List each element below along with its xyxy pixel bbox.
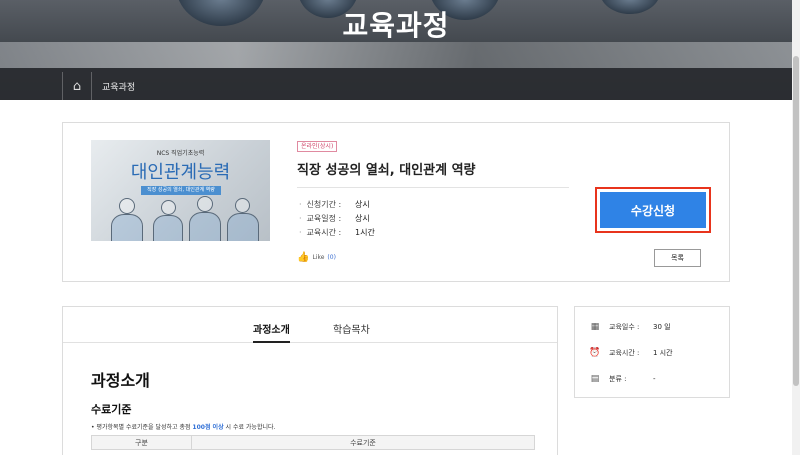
- summary-row: ▤ 분류 : -: [589, 372, 656, 386]
- info-label: 신청기간 :: [299, 199, 355, 213]
- status-badge: 온라인(상시): [297, 141, 338, 152]
- person-illustration: [189, 212, 221, 241]
- person-illustration: [235, 198, 250, 213]
- hero-banner: 교육과정 ⌂ 교육과정: [0, 0, 792, 100]
- info-label: 교육일정 :: [299, 213, 355, 227]
- breadcrumb-current[interactable]: 교육과정: [92, 80, 135, 93]
- thumbnail-main-text: 대인관계능력: [130, 162, 231, 183]
- summary-label: 교육일수 :: [609, 323, 640, 331]
- course-thumbnail: NCS 직업기초능력 대인관계능력 직장 성공의 열쇠, 대인관계 역량: [91, 140, 270, 241]
- calendar-icon: ▦: [590, 322, 600, 332]
- like-label: Like: [312, 254, 325, 261]
- person-illustration: [227, 213, 259, 241]
- summary-row: ▦ 교육일수 : 30 일: [589, 320, 671, 334]
- like-button[interactable]: 👍 Like (0): [297, 252, 336, 263]
- info-divider: [297, 187, 569, 188]
- course-summary-panel: ▦ 교육일수 : 30 일 ⏰ 교육시간 : 1 시간 ▤ 분류 : -: [574, 306, 730, 398]
- info-value: 1시간: [355, 228, 375, 237]
- person-illustration: [119, 198, 135, 214]
- summary-label: 교육시간 :: [609, 349, 640, 357]
- enroll-button[interactable]: 수강신청: [600, 192, 706, 228]
- person-illustration: [197, 196, 213, 212]
- info-value: 상시: [355, 214, 370, 223]
- course-card: NCS 직업기초능력 대인관계능력 직장 성공의 열쇠, 대인관계 역량 온라인…: [62, 122, 730, 282]
- table-header: 수료기준: [191, 435, 535, 450]
- info-value: 상시: [355, 200, 370, 209]
- note-prefix: • 평가항목별 수료기준을 달성하고 총점: [91, 424, 191, 431]
- hero-background-band: [0, 42, 792, 68]
- tab-overview[interactable]: 과정소개: [253, 321, 290, 343]
- summary-value: 30 일: [653, 323, 671, 331]
- thumbnail-sub-text: 직장 성공의 열쇠, 대인관계 역량: [141, 186, 221, 195]
- info-label: 교육시간 :: [299, 227, 355, 241]
- tab-curriculum[interactable]: 학습목차: [333, 321, 370, 336]
- summary-value: 1 시간: [653, 349, 673, 357]
- thumbs-up-icon: 👍: [297, 252, 310, 263]
- course-info-list: 신청기간 : 상시 교육일정 : 상시 교육시간 : 1시간: [299, 199, 375, 241]
- page-scrollbar[interactable]: [792, 0, 800, 455]
- alarm-clock-icon: ⏰: [589, 348, 601, 358]
- note-suffix: 시 수료 가능합니다.: [225, 424, 276, 431]
- subsection-title: 수료기준: [91, 403, 132, 416]
- summary-row: ⏰ 교육시간 : 1 시간: [589, 346, 673, 360]
- breadcrumb: ⌂ 교육과정: [62, 72, 135, 100]
- person-illustration: [153, 215, 183, 241]
- completion-table: 구분 수료기준: [91, 435, 535, 450]
- tab-bar: 과정소개 학습목차: [63, 307, 557, 343]
- table-header-category: 구분: [91, 435, 192, 450]
- summary-value: -: [653, 375, 656, 383]
- section-title: 과정소개: [91, 371, 150, 390]
- list-button[interactable]: 목록: [654, 249, 701, 267]
- thumbnail-top-text: NCS 직업기초능력: [156, 150, 205, 157]
- note-highlight: 100점 이상: [192, 424, 224, 431]
- home-icon[interactable]: ⌂: [62, 72, 92, 100]
- person-illustration: [111, 214, 143, 241]
- info-item: 신청기간 : 상시: [299, 199, 375, 213]
- course-title: 직장 성공의 열쇠, 대인관계 역량: [297, 163, 476, 178]
- person-illustration: [161, 200, 176, 215]
- document-icon: ▤: [590, 374, 600, 384]
- table-row: 구분 수료기준: [91, 435, 535, 450]
- like-count: (0): [327, 254, 336, 261]
- info-item: 교육일정 : 상시: [299, 213, 375, 227]
- scrollbar-thumb[interactable]: [793, 56, 799, 386]
- summary-label: 분류 :: [609, 375, 627, 383]
- page-title: 교육과정: [342, 9, 450, 42]
- info-item: 교육시간 : 1시간: [299, 227, 375, 241]
- enroll-highlight: 수강신청: [595, 187, 711, 233]
- completion-note: • 평가항목별 수료기준을 달성하고 총점 100점 이상 시 수료 가능합니다…: [91, 422, 275, 431]
- course-detail-panel: 과정소개 학습목차 과정소개 수료기준 • 평가항목별 수료기준을 달성하고 총…: [62, 306, 558, 455]
